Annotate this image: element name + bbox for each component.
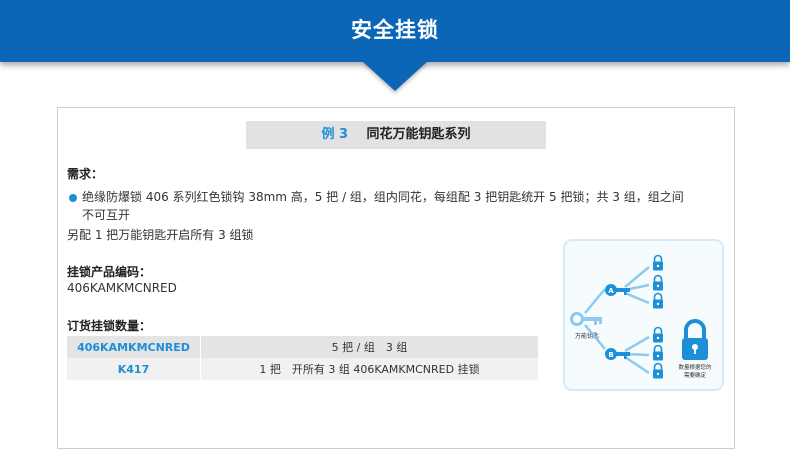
lock-group-b <box>652 326 664 380</box>
key-a-label: A <box>608 287 614 295</box>
key-system-diagram: 万能钥匙 A B 数量根据您的 需要确定 <box>563 239 724 391</box>
big-lock-icon <box>682 319 708 360</box>
order-table: 406KAMKMCNRED 5 把 / 组 3 组 K417 1 把 开所有 3… <box>67 336 538 380</box>
example-number: 例 3 <box>321 127 349 142</box>
example-title: 同花万能钥匙系列 <box>366 127 471 142</box>
requirements-label: 需求： <box>67 167 104 181</box>
example-title-bar: 例 3 同花万能钥匙系列 <box>246 121 546 149</box>
table-row: K417 1 把 开所有 3 组 406KAMKMCNRED 挂锁 <box>67 358 538 380</box>
big-lock-caption-1: 数量根据您的 <box>678 363 712 371</box>
order-desc-cell: 5 把 / 组 3 组 <box>200 336 538 358</box>
example-card: 例 3 同花万能钥匙系列 需求： 绝缘防爆锁 406 系列红色锁钩 38mm 高… <box>57 107 735 449</box>
product-code-value: 406KAMKMCNRED <box>67 281 177 295</box>
master-key-icon <box>570 312 602 326</box>
product-code-label: 挂锁产品编码： <box>67 265 152 279</box>
lock-group-a <box>652 254 664 310</box>
header-pointer <box>362 61 428 91</box>
lock-icon <box>652 344 664 362</box>
order-code-cell: K417 <box>67 358 201 380</box>
requirement-line-1: 绝缘防爆锁 406 系列红色锁钩 38mm 高，5 把 / 组，组内同花，每组配… <box>82 190 684 204</box>
big-lock-caption-2: 需要确定 <box>684 371 707 379</box>
page-title: 安全挂锁 <box>351 18 439 42</box>
table-row: 406KAMKMCNRED 5 把 / 组 3 组 <box>67 336 538 358</box>
order-label: 订货挂锁数量： <box>67 319 152 333</box>
lock-icon <box>652 292 664 310</box>
requirement-extra: 另配 1 把万能钥匙开启所有 3 组锁 <box>67 228 254 242</box>
lock-icon <box>652 362 664 380</box>
diagram-svg: 万能钥匙 A B 数量根据您的 需要确定 <box>570 254 712 380</box>
order-code-cell: 406KAMKMCNRED <box>67 336 201 358</box>
lock-icon <box>652 326 664 344</box>
bullet-dot-icon <box>69 194 77 202</box>
header-banner: 安全挂锁 <box>0 0 790 62</box>
requirement-line-2: 不可互开 <box>82 208 131 222</box>
lock-icon <box>652 254 664 272</box>
order-desc-cell: 1 把 开所有 3 组 406KAMKMCNRED 挂锁 <box>200 358 538 380</box>
key-b-label: B <box>608 351 613 359</box>
lock-icon <box>652 274 664 292</box>
